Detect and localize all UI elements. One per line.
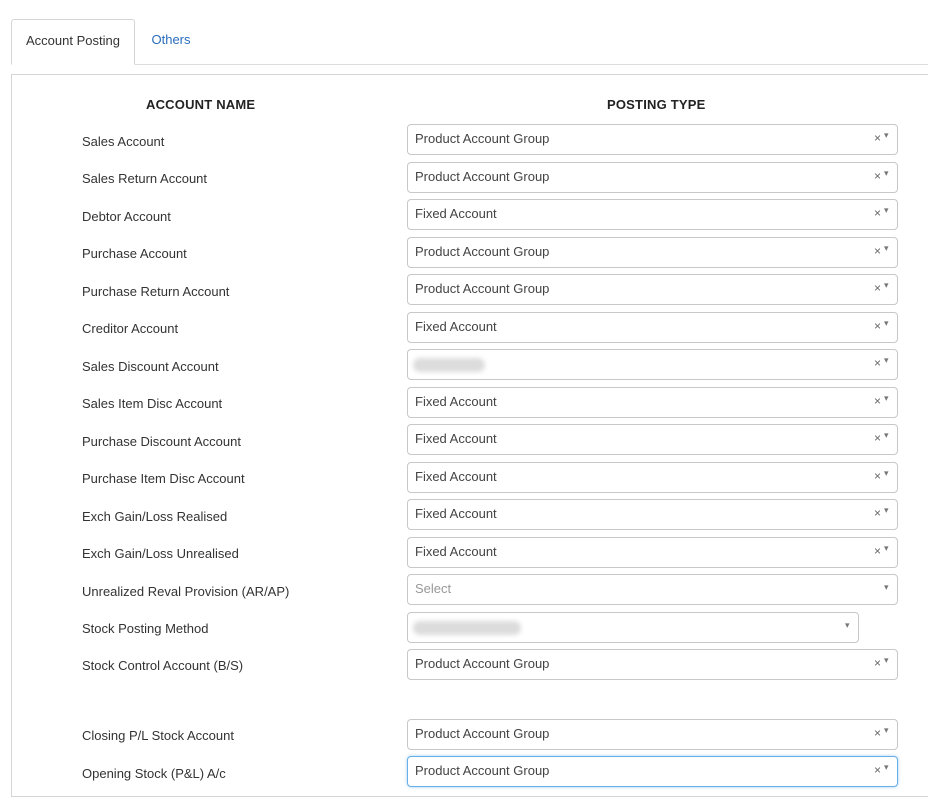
posting-type-select-purchase-return-account[interactable]: Product Account Group × ▾: [407, 274, 898, 305]
caret-down-icon[interactable]: ▾: [884, 355, 889, 366]
redacted-value: [413, 358, 485, 372]
select-value: Fixed Account: [415, 206, 497, 221]
column-header-posting-type: POSTING TYPE: [607, 97, 706, 112]
tab-bar: Account Posting Others: [11, 19, 928, 65]
select-value: Fixed Account: [415, 544, 497, 559]
caret-down-icon[interactable]: ▾: [884, 582, 889, 593]
caret-down-icon[interactable]: ▾: [884, 468, 889, 479]
row-label-stock-control-account-b-s: Stock Control Account (B/S): [82, 658, 244, 673]
caret-down-icon[interactable]: ▾: [845, 620, 850, 631]
clear-x-icon[interactable]: ×: [874, 763, 881, 777]
posting-type-select-opening-stock-p-l-a-c[interactable]: Product Account Group × ▾: [407, 756, 898, 787]
caret-down-icon[interactable]: ▾: [884, 430, 889, 441]
caret-down-icon[interactable]: ▾: [884, 280, 889, 291]
caret-down-icon[interactable]: ▾: [884, 762, 889, 773]
clear-x-icon[interactable]: ×: [874, 206, 881, 220]
posting-type-select-creditor-account[interactable]: Fixed Account × ▾: [407, 312, 898, 343]
select-value: Product Account Group: [415, 131, 550, 146]
caret-down-icon[interactable]: ▾: [884, 655, 889, 666]
posting-type-select-exch-gain-loss-realised[interactable]: Fixed Account × ▾: [407, 499, 898, 530]
select-value: Product Account Group: [415, 726, 550, 741]
posting-type-select-sales-discount-account[interactable]: × ▾: [407, 349, 898, 380]
posting-type-select-closing-p-l-stock-account[interactable]: Product Account Group × ▾: [407, 719, 898, 750]
clear-x-icon[interactable]: ×: [874, 131, 881, 145]
row-label-unrealized-reval-provision-ar-ap: Unrealized Reval Provision (AR/AP): [82, 584, 290, 599]
clear-x-icon[interactable]: ×: [874, 169, 881, 183]
row-label-closing-p-l-stock-account: Closing P/L Stock Account: [82, 728, 234, 743]
redacted-value: [413, 621, 521, 635]
select-value: Fixed Account: [415, 469, 497, 484]
select-placeholder: Select: [415, 581, 452, 596]
caret-down-icon[interactable]: ▾: [884, 318, 889, 329]
posting-type-select-purchase-account[interactable]: Product Account Group × ▾: [407, 237, 898, 268]
row-label-purchase-item-disc-account: Purchase Item Disc Account: [82, 471, 245, 486]
row-label-exch-gain-loss-realised: Exch Gain/Loss Realised: [82, 509, 228, 524]
row-label-purchase-account: Purchase Account: [82, 246, 187, 261]
clear-x-icon[interactable]: ×: [874, 726, 881, 740]
posting-type-select-exch-gain-loss-unrealised[interactable]: Fixed Account × ▾: [407, 537, 898, 568]
posting-type-select-stock-posting-method[interactable]: ▾: [407, 612, 859, 643]
clear-x-icon[interactable]: ×: [874, 469, 881, 483]
select-value: Fixed Account: [415, 506, 497, 521]
row-label-sales-account: Sales Account: [82, 134, 165, 149]
caret-down-icon[interactable]: ▾: [884, 725, 889, 736]
column-header-account-name: ACCOUNT NAME: [146, 97, 256, 112]
caret-down-icon[interactable]: ▾: [884, 243, 889, 254]
posting-type-select-sales-item-disc-account[interactable]: Fixed Account × ▾: [407, 387, 898, 418]
select-value: Product Account Group: [415, 244, 550, 259]
caret-down-icon[interactable]: ▾: [884, 130, 889, 141]
clear-x-icon[interactable]: ×: [874, 244, 881, 258]
posting-type-select-purchase-item-disc-account[interactable]: Fixed Account × ▾: [407, 462, 898, 493]
tab-others[interactable]: Others: [135, 19, 207, 65]
select-value: Fixed Account: [415, 319, 497, 334]
clear-x-icon[interactable]: ×: [874, 281, 881, 295]
select-value: Product Account Group: [415, 656, 550, 671]
clear-x-icon[interactable]: ×: [874, 544, 881, 558]
clear-x-icon[interactable]: ×: [874, 431, 881, 445]
caret-down-icon[interactable]: ▾: [884, 543, 889, 554]
row-label-sales-item-disc-account: Sales Item Disc Account: [82, 396, 223, 411]
posting-type-select-sales-return-account[interactable]: Product Account Group × ▾: [407, 162, 898, 193]
posting-type-select-stock-control-account-b-s[interactable]: Product Account Group × ▾: [407, 649, 898, 680]
row-label-creditor-account: Creditor Account: [82, 321, 179, 336]
caret-down-icon[interactable]: ▾: [884, 393, 889, 404]
row-label-debtor-account: Debtor Account: [82, 209, 171, 224]
clear-x-icon[interactable]: ×: [874, 319, 881, 333]
row-label-sales-discount-account: Sales Discount Account: [82, 359, 219, 374]
caret-down-icon[interactable]: ▾: [884, 505, 889, 516]
clear-x-icon[interactable]: ×: [874, 356, 881, 370]
row-label-exch-gain-loss-unrealised: Exch Gain/Loss Unrealised: [82, 546, 239, 561]
posting-type-select-purchase-discount-account[interactable]: Fixed Account × ▾: [407, 424, 898, 455]
posting-type-select-unrealized-reval-provision-ar-ap[interactable]: Select ▾: [407, 574, 898, 605]
posting-type-select-debtor-account[interactable]: Fixed Account × ▾: [407, 199, 898, 230]
row-label-stock-posting-method: Stock Posting Method: [82, 621, 209, 636]
select-value: Product Account Group: [415, 763, 550, 778]
clear-x-icon[interactable]: ×: [874, 394, 881, 408]
tab-account-posting[interactable]: Account Posting: [11, 19, 135, 65]
row-label-purchase-discount-account: Purchase Discount Account: [82, 434, 241, 449]
posting-type-select-sales-account[interactable]: Product Account Group × ▾: [407, 124, 898, 155]
clear-x-icon[interactable]: ×: [874, 656, 881, 670]
caret-down-icon[interactable]: ▾: [884, 205, 889, 216]
select-value: Fixed Account: [415, 394, 497, 409]
select-value: Product Account Group: [415, 281, 550, 296]
row-label-purchase-return-account: Purchase Return Account: [82, 284, 230, 299]
row-label-sales-return-account: Sales Return Account: [82, 171, 208, 186]
select-value: Fixed Account: [415, 431, 497, 446]
select-value: Product Account Group: [415, 169, 550, 184]
clear-x-icon[interactable]: ×: [874, 506, 881, 520]
caret-down-icon[interactable]: ▾: [884, 168, 889, 179]
row-label-opening-stock-p-l-a-c: Opening Stock (P&L) A/c: [82, 766, 226, 781]
